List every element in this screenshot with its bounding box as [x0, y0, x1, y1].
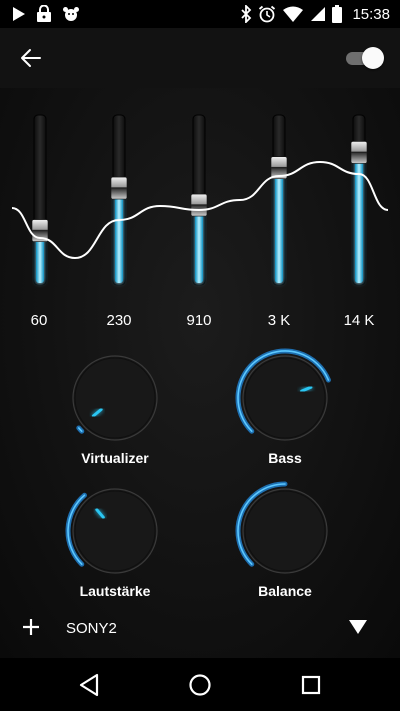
eq-band-slider-60[interactable]: [31, 114, 49, 286]
wifi-icon: [283, 6, 304, 22]
virtualizer-label: Virtualizer: [81, 450, 149, 466]
add-preset-button[interactable]: [20, 616, 42, 638]
eq-slider-fill: [275, 167, 283, 283]
eq-band-slider-14k[interactable]: [350, 114, 368, 286]
status-bar: 15:38: [0, 0, 400, 28]
equalizer-sliders: [11, 114, 389, 286]
eq-slider-fill: [355, 152, 363, 283]
eq-band-label-910: 910: [186, 312, 212, 329]
balance-label: Balance: [258, 583, 312, 599]
preset-bar: SONY2: [0, 610, 400, 650]
volume-knob[interactable]: [65, 481, 165, 581]
knob-body: [242, 355, 328, 441]
signal-icon: [311, 7, 326, 21]
pet-icon: [63, 7, 79, 21]
nav-recents-button[interactable]: [296, 670, 326, 700]
preset-name[interactable]: SONY2: [66, 620, 117, 637]
eq-slider-fill: [115, 188, 123, 283]
recents-square-icon: [301, 675, 321, 695]
knob-body: [72, 355, 158, 441]
bluetooth-icon: [241, 5, 252, 23]
system-nav-bar: [0, 658, 400, 711]
eq-band-slider-3k[interactable]: [270, 114, 288, 286]
app-bar: [0, 28, 400, 88]
play-icon: [13, 7, 25, 21]
status-right-icons: 15:38: [240, 5, 390, 23]
eq-slider-fill: [195, 205, 203, 283]
eq-band-label-60: 60: [30, 312, 48, 329]
home-circle-icon: [189, 674, 211, 696]
battery-icon: [332, 5, 343, 23]
virtualizer-knob[interactable]: [65, 348, 165, 448]
volume-label: Lautstärke: [79, 583, 151, 599]
equalizer-power-toggle[interactable]: [346, 46, 384, 70]
arrow-left-icon: [21, 49, 41, 67]
nav-home-button[interactable]: [185, 670, 215, 700]
bass-knob[interactable]: [235, 348, 335, 448]
eq-band-slider-230[interactable]: [110, 114, 128, 286]
eq-band-label-3k: 3 K: [267, 312, 291, 329]
triangle-down-icon: [349, 620, 367, 634]
balance-knob[interactable]: [235, 481, 335, 581]
preset-dropdown-button[interactable]: [348, 618, 368, 636]
eq-band-label-14k: 14 K: [343, 312, 375, 329]
lock-icon: [37, 5, 51, 22]
bass-label: Bass: [268, 450, 302, 466]
eq-band-label-230: 230: [106, 312, 132, 329]
knob-body: [72, 488, 158, 574]
plus-icon: [23, 619, 39, 635]
eq-band-slider-910[interactable]: [190, 114, 208, 286]
back-button[interactable]: [16, 44, 46, 72]
back-triangle-icon: [79, 673, 99, 697]
nav-back-button[interactable]: [75, 670, 105, 700]
toggle-thumb: [362, 47, 384, 69]
status-left-icons: [12, 5, 80, 23]
alarm-icon: [259, 5, 276, 23]
status-time: 15:38: [352, 5, 390, 23]
equalizer-panel: 60 230 910 3 K 14 K Virtualizer Bass Lau…: [0, 88, 400, 658]
